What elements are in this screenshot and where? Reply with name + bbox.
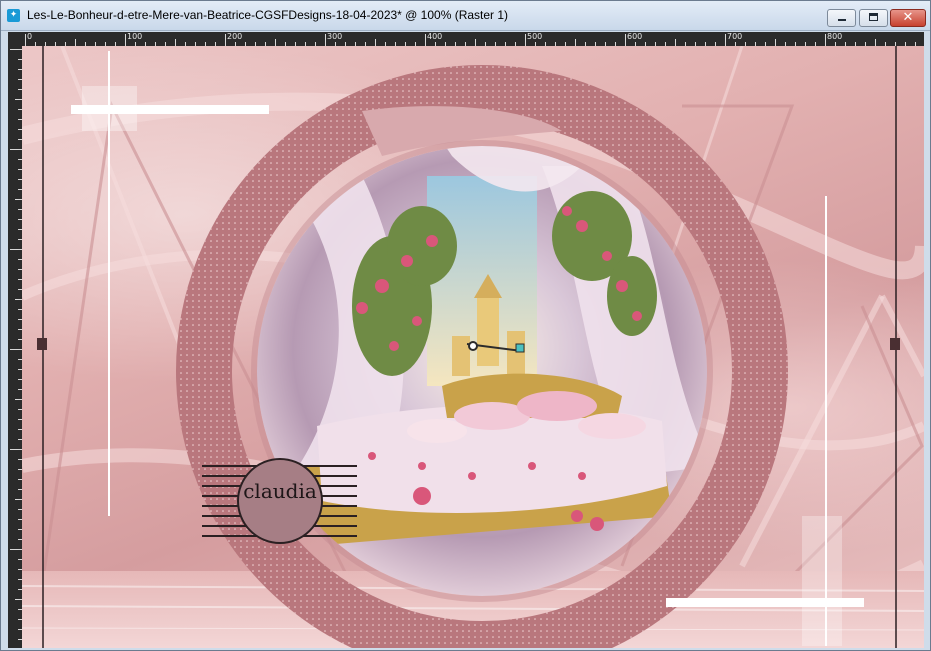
ruler-tick <box>15 299 22 300</box>
ruler-tick <box>15 499 22 500</box>
ruler-tick <box>425 34 426 46</box>
ruler-tick <box>875 39 876 46</box>
artwork: claudia <box>22 46 924 648</box>
ruler-tick <box>10 449 22 450</box>
ruler-tick <box>15 99 22 100</box>
ruler-tick <box>775 39 776 46</box>
ruler-tick <box>10 249 22 250</box>
ruler-label: 0 <box>27 32 33 41</box>
ruler-tick <box>10 49 22 50</box>
minimize-button[interactable] <box>827 9 856 27</box>
ruler-tick <box>75 39 76 46</box>
ruler-label: 500 <box>527 32 543 41</box>
ruler-tick <box>225 34 226 46</box>
ruler-label: 400 <box>427 32 443 41</box>
close-button[interactable]: ✕ <box>890 9 926 27</box>
ruler-label: 100 <box>127 32 143 41</box>
app-icon: ✦ <box>7 9 20 22</box>
ruler-corner <box>8 32 22 46</box>
ruler-tick <box>10 549 22 550</box>
ruler-tick <box>725 34 726 46</box>
ruler-tick <box>375 39 376 46</box>
ruler-tick <box>25 34 26 46</box>
ruler-label: 600 <box>627 32 643 41</box>
ruler-tick <box>625 34 626 46</box>
ruler-tick <box>15 199 22 200</box>
ruler-tick <box>15 599 22 600</box>
bottom-right-glow <box>802 516 842 646</box>
image-window: ✦ Les-Le-Bonheur-d-etre-Mere-van-Beatric… <box>0 0 931 651</box>
ruler-tick <box>275 39 276 46</box>
ruler-label: 800 <box>827 32 843 41</box>
close-icon: ✕ <box>902 10 914 25</box>
title-bar[interactable]: ✦ Les-Le-Bonheur-d-etre-Mere-van-Beatric… <box>1 1 930 31</box>
ruler-tick <box>575 39 576 46</box>
maximize-button[interactable] <box>859 9 888 27</box>
ruler-tick <box>125 34 126 46</box>
ruler-label: 200 <box>227 32 243 41</box>
ruler-tick <box>325 34 326 46</box>
ruler-tick <box>10 349 22 350</box>
minimize-icon <box>838 19 846 21</box>
window-title: Les-Le-Bonheur-d-etre-Mere-van-Beatrice-… <box>27 8 509 22</box>
ruler-tick <box>475 39 476 46</box>
left-guide-handle[interactable] <box>37 338 47 350</box>
ruler-tick <box>175 39 176 46</box>
ruler-tick <box>825 34 826 46</box>
ruler-tick <box>15 399 22 400</box>
maximize-icon <box>869 13 878 21</box>
ruler-label: 700 <box>727 32 743 41</box>
watermark-text: claudia <box>243 479 317 503</box>
image-canvas[interactable]: claudia <box>22 46 924 648</box>
right-guide-handle[interactable] <box>890 338 900 350</box>
ruler-tick <box>675 39 676 46</box>
vertical-ruler[interactable] <box>8 46 22 648</box>
bottom-right-white-bar <box>666 598 864 607</box>
horizontal-ruler[interactable]: 0 100 200 300 400 500 600 700 800 <box>22 32 924 46</box>
ruler-tick <box>525 34 526 46</box>
ruler-label: 300 <box>327 32 343 41</box>
top-left-white-bar <box>71 105 269 114</box>
ruler-tick <box>10 149 22 150</box>
